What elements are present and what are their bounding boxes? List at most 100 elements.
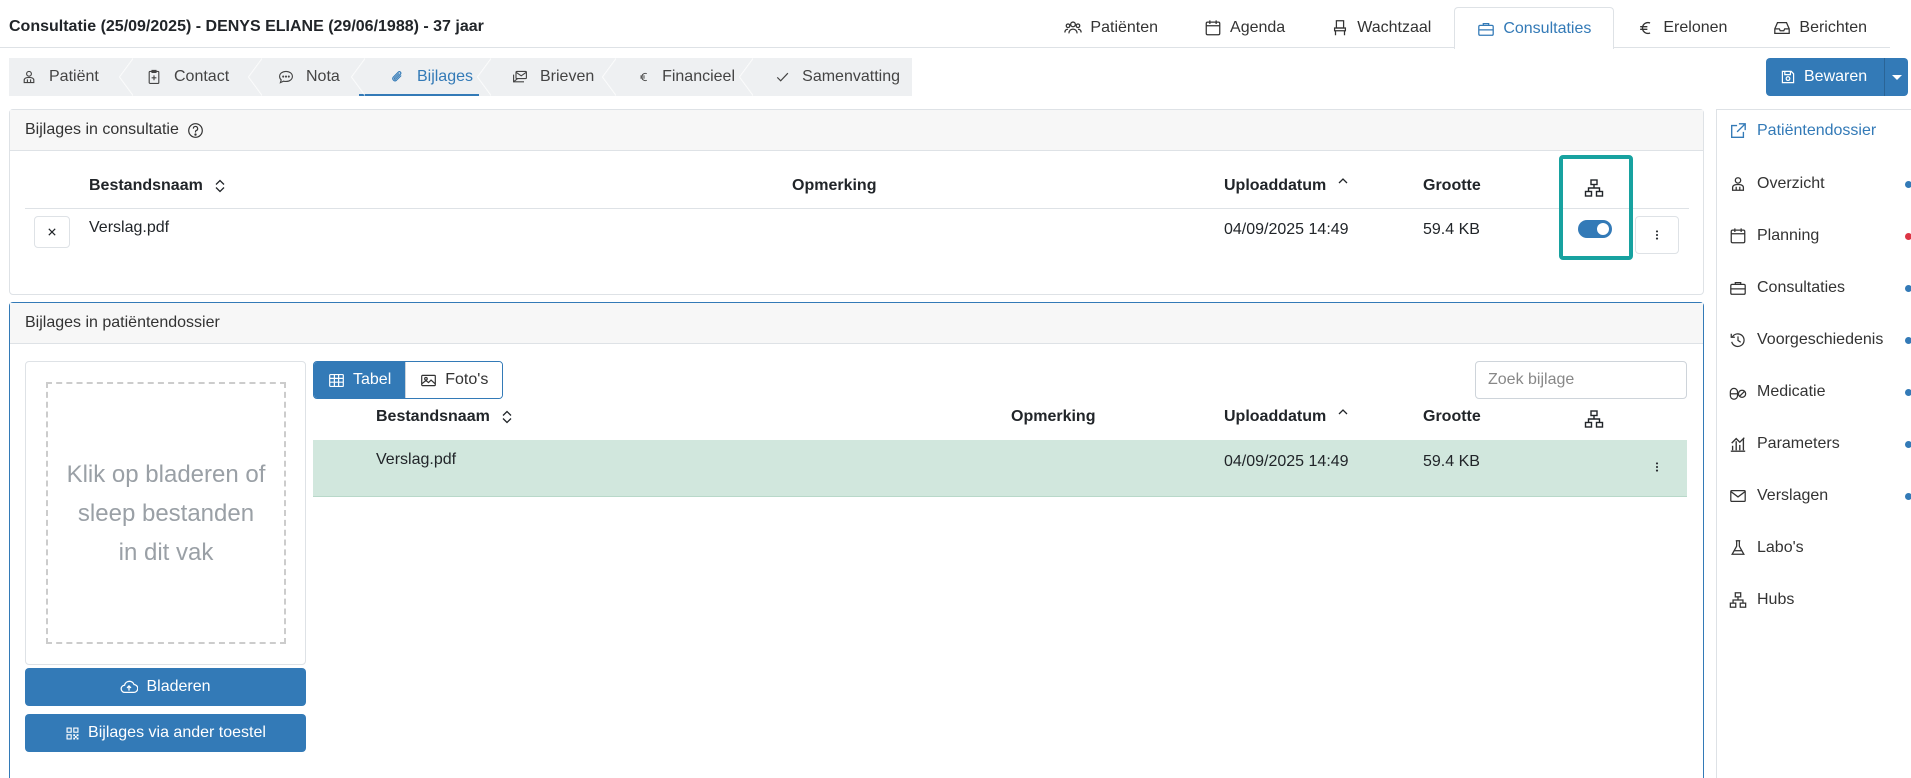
view-tab-table[interactable]: Tabel <box>314 362 406 398</box>
sidebar-item-overzicht[interactable]: Overzicht <box>1729 175 1911 193</box>
table-icon <box>328 372 345 389</box>
sidebar-item-parameters[interactable]: Parameters <box>1729 435 1911 453</box>
step-tab-label: Contact <box>174 68 230 85</box>
sidebar-item-verslagen[interactable]: Verslagen <box>1729 487 1911 505</box>
header-divider <box>25 208 1689 209</box>
qr-code-icon <box>65 726 80 741</box>
envelopes-icon <box>512 69 528 85</box>
network-icon <box>1729 591 1747 609</box>
nav-tab-label: Wachtzaal <box>1357 18 1432 36</box>
nav-tab-label: Agenda <box>1230 18 1286 36</box>
table-row[interactable] <box>313 440 1687 497</box>
step-tab-samenvatting[interactable]: Samenvatting <box>747 58 912 96</box>
column-header-label: Bestandsnaam <box>89 177 203 194</box>
external-link-icon <box>1729 122 1747 140</box>
chart-icon <box>1729 435 1747 453</box>
highlight-box <box>1559 155 1633 260</box>
attachment-size: 59.4 KB <box>1423 453 1480 470</box>
nav-tab-label: Consultaties <box>1503 19 1592 37</box>
save-button[interactable]: Bewaren <box>1766 58 1884 96</box>
remove-attachment-button[interactable] <box>34 216 70 248</box>
column-header-filename[interactable]: Bestandsnaam <box>89 177 227 195</box>
save-dropdown-toggle[interactable] <box>1884 58 1908 96</box>
column-header-size: Grootte <box>1423 408 1481 426</box>
row-actions-button[interactable] <box>1635 216 1679 254</box>
save-button-group: Bewaren <box>1766 58 1908 96</box>
sort-ascending-icon <box>1336 175 1350 189</box>
sidebar-item-medicatie[interactable]: Medicatie <box>1729 383 1911 401</box>
active-underline <box>359 94 479 96</box>
other-device-button[interactable]: Bijlages via ander toestel <box>25 714 306 752</box>
column-header-size: Grootte <box>1423 177 1481 195</box>
sort-icon <box>500 410 514 424</box>
paperclip-icon <box>390 69 405 85</box>
sidebar-item-label: Verslagen <box>1757 487 1829 504</box>
sort-ascending-icon <box>1336 406 1350 420</box>
nav-tab-berichten[interactable]: Berichten <box>1750 6 1890 48</box>
search-attachment-input[interactable] <box>1475 361 1687 399</box>
column-header-uploaddate[interactable]: Uploaddatum <box>1224 408 1350 426</box>
network-icon <box>1584 409 1604 429</box>
consultation-attachments-panel: Bijlages in consultatie Bestandsnaam Opm… <box>9 109 1704 295</box>
patient-sidebar: Patiëntendossier Overzicht Planning Cons… <box>1716 109 1911 778</box>
sidebar-item-hubs[interactable]: Hubs <box>1729 591 1911 609</box>
history-icon <box>1729 331 1747 349</box>
flask-icon <box>1729 539 1747 557</box>
sidebar-item-label: Hubs <box>1757 591 1795 608</box>
floppy-disk-icon <box>1780 69 1796 85</box>
sidebar-item-planning[interactable]: Planning <box>1729 227 1911 245</box>
step-tab-label: Patiënt <box>49 68 99 85</box>
nav-tab-label: Patiënten <box>1090 18 1159 36</box>
status-dot <box>1905 232 1911 240</box>
column-header-filename[interactable]: Bestandsnaam <box>376 408 514 426</box>
sidebar-item-voorgeschiedenis[interactable]: Voorgeschiedenis <box>1729 331 1911 349</box>
step-tab-label: Bijlages <box>416 68 473 85</box>
step-tab-brieven[interactable]: Brieven <box>485 58 616 96</box>
nav-tab-consultaties[interactable]: Consultaties <box>1454 7 1615 49</box>
attachment-uploaddate: 04/09/2025 14:49 <box>1224 221 1349 238</box>
browse-button[interactable]: Bladeren <box>25 668 306 706</box>
clipboard-plus-icon <box>146 69 162 85</box>
envelope-icon <box>1729 487 1747 505</box>
sidebar-item-patientendossier[interactable]: Patiëntendossier <box>1729 122 1911 140</box>
attachment-uploaddate: 04/09/2025 14:49 <box>1224 453 1349 470</box>
row-actions-button[interactable] <box>1635 448 1679 486</box>
view-tab-label: Foto's <box>445 371 489 388</box>
nav-tab-agenda[interactable]: Agenda <box>1181 6 1308 48</box>
step-tab-contact[interactable]: Contact <box>127 58 262 96</box>
nav-tab-wachtzaal[interactable]: Wachtzaal <box>1308 6 1454 48</box>
step-tab-patient[interactable]: Patiënt <box>9 58 133 96</box>
attachment-size: 59.4 KB <box>1423 221 1480 238</box>
dropzone-area[interactable]: Klik op bladeren of sleep bestanden in d… <box>46 382 286 644</box>
column-header-uploaddate[interactable]: Uploaddatum <box>1224 177 1350 195</box>
step-tabs: Patiënt Contact Nota Bijlages Brieven Fi… <box>9 58 912 96</box>
other-device-button-label: Bijlages via ander toestel <box>88 724 266 741</box>
panel-header: Bijlages in patiëntendossier <box>10 303 1703 344</box>
nav-tab-erelonen[interactable]: Erelonen <box>1614 6 1750 48</box>
column-header-label: Grootte <box>1423 177 1481 194</box>
euro-icon <box>638 69 650 85</box>
check-icon <box>775 69 790 85</box>
chat-icon <box>278 69 294 85</box>
view-toggle: Tabel Foto's <box>313 361 504 399</box>
file-dropzone[interactable]: Klik op bladeren of sleep bestanden in d… <box>25 361 306 665</box>
page-title: Consultatie (25/09/2025) - DENYS ELIANE … <box>9 18 484 35</box>
view-tab-photos[interactable]: Foto's <box>405 362 503 398</box>
sidebar-item-consultaties[interactable]: Consultaties <box>1729 279 1911 297</box>
step-tab-financieel[interactable]: Financieel <box>610 58 753 96</box>
nav-tab-label: Erelonen <box>1663 18 1728 36</box>
nav-tab-patienten[interactable]: Patiënten <box>1041 6 1181 48</box>
status-dot <box>1905 180 1911 188</box>
help-icon[interactable] <box>187 122 204 139</box>
person-icon <box>1729 175 1747 193</box>
more-vertical-icon <box>1649 227 1665 243</box>
step-tab-bijlages[interactable]: Bijlages <box>359 58 491 96</box>
pills-icon <box>1729 383 1747 401</box>
dossier-attachments-panel: Bijlages in patiëntendossier Klik op bla… <box>9 302 1704 778</box>
step-tab-nota[interactable]: Nota <box>256 58 365 96</box>
save-button-label: Bewaren <box>1804 68 1868 85</box>
column-header-remark: Opmerking <box>1011 408 1095 426</box>
euro-icon <box>1637 19 1655 37</box>
sidebar-item-label: Patiëntendossier <box>1757 122 1877 139</box>
sidebar-item-labos[interactable]: Labo's <box>1729 539 1911 557</box>
